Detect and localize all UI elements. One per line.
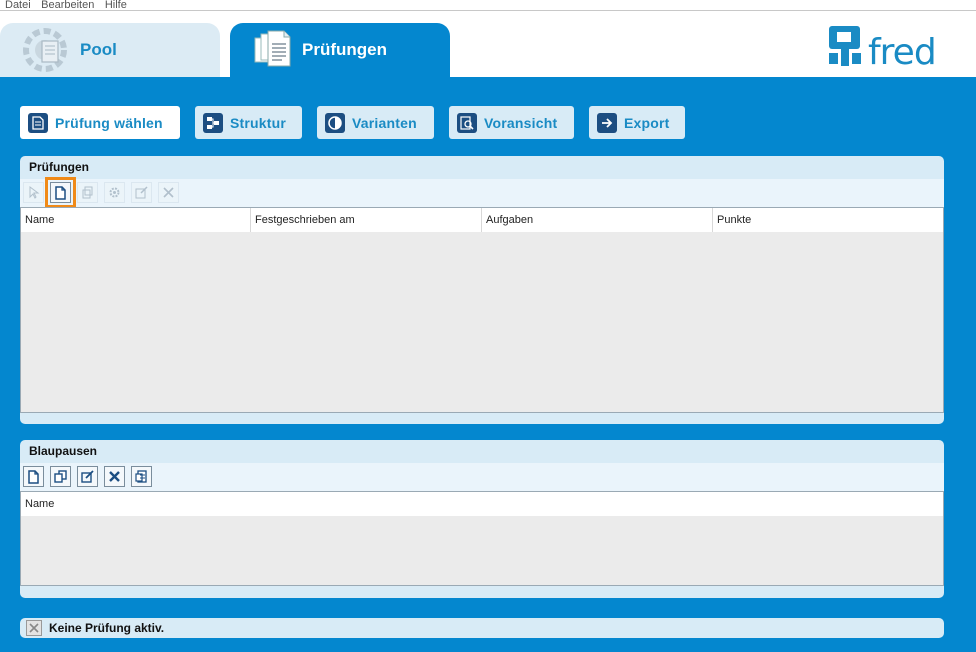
column-header-aufgaben[interactable]: Aufgaben [482,208,713,232]
tab-pool-label: Pool [80,40,117,59]
new-pruefung-button[interactable] [45,177,76,208]
pruefungen-panel: Prüfungen Name Festgeschrieben am Aufgab… [20,156,944,424]
delete-blaupause-button[interactable] [104,466,125,487]
preview-document-icon [135,469,147,483]
structure-icon [203,112,223,133]
nav-export-button[interactable]: Export [589,106,685,139]
copy-button[interactable] [77,182,98,203]
menu-datei[interactable]: Datei [5,0,31,10]
edit-blaupause-button[interactable] [77,466,98,487]
nav-pruefung-waehlen-button[interactable]: Prüfung wählen [20,106,180,139]
settings-button[interactable] [104,182,125,203]
status-text: Keine Prüfung aktiv. [49,621,165,635]
pruefungen-table-header: Name Festgeschrieben am Aufgaben Punkte [21,208,943,232]
tab-pruefungen[interactable]: Prüfungen [230,23,450,77]
nav-voransicht-label: Voransicht [484,114,558,131]
nav-struktur-button[interactable]: Struktur [195,106,302,139]
close-icon [163,187,174,198]
documents-icon [254,30,291,67]
pool-icon [23,28,67,72]
blaupausen-table[interactable]: Name [20,491,944,586]
nav-struktur-label: Struktur [230,114,287,131]
tab-pruefungen-label: Prüfungen [302,40,387,59]
new-document-icon [55,185,66,200]
menubar: Datei Bearbeiten Hilfe [0,0,976,11]
delete-button[interactable] [158,182,179,203]
edit-icon [81,470,94,483]
column-header-name[interactable]: Name [21,208,251,232]
column-header-punkte[interactable]: Punkte [713,208,943,232]
menu-hilfe[interactable]: Hilfe [105,0,127,10]
fred-logo-mark: fred [829,26,937,73]
pruefungen-table[interactable]: Name Festgeschrieben am Aufgaben Punkte [20,207,944,413]
inactive-icon [26,620,42,636]
copy-icon [54,470,67,483]
main-area: Prüfung wählen Struktur Varianten Vorans… [0,77,976,652]
logo-text: fred [868,32,936,67]
pruefungen-panel-title: Prüfungen [29,160,89,174]
new-blaupause-button[interactable] [23,466,44,487]
blaupausen-toolbar [20,463,944,491]
menu-bearbeiten[interactable]: Bearbeiten [41,0,94,10]
pruefungen-toolbar [20,177,944,208]
blaupausen-panel-title: Blaupausen [29,444,98,458]
preview-blaupause-button[interactable] [131,466,152,487]
arrow-right-icon [597,112,617,133]
blaupausen-table-header: Name [21,492,943,516]
nav-varianten-label: Varianten [352,114,417,131]
nav-voransicht-button[interactable]: Voransicht [449,106,574,139]
copy-icon [82,186,93,199]
close-icon [109,471,120,482]
fred-logo: fred [828,25,940,73]
cursor-icon [29,186,40,199]
blaupausen-panel: Blaupausen Name [20,440,944,598]
nav-varianten-button[interactable]: Varianten [317,106,434,139]
gear-icon [109,187,120,198]
status-bar: Keine Prüfung aktiv. [20,618,944,638]
preview-icon [457,112,477,133]
column-header-festgeschrieben[interactable]: Festgeschrieben am [251,208,482,232]
nav-export-label: Export [624,114,670,131]
half-circle-icon [325,112,345,133]
copy-blaupause-button[interactable] [50,466,71,487]
new-document-icon [28,469,39,484]
select-button[interactable] [23,182,44,203]
column-header-name[interactable]: Name [21,492,943,516]
tab-pool[interactable]: Pool [0,23,220,77]
edit-button[interactable] [131,182,152,203]
app-window: Datei Bearbeiten Hilfe Pool Prüfungen fr… [0,0,976,652]
nav-pruefung-waehlen-label: Prüfung wählen [55,114,163,131]
edit-icon [135,186,148,199]
header: Pool Prüfungen fred [0,11,976,77]
document-icon [28,112,48,133]
